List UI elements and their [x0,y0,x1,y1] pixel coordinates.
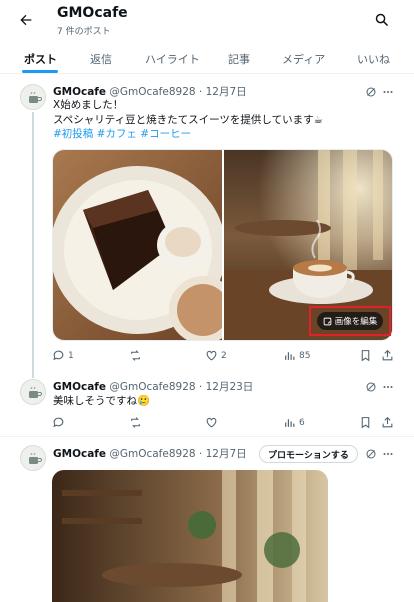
grok-icon [366,87,376,97]
post-count: 7 件のポスト [57,27,111,37]
author-name[interactable]: GMOcafe [53,381,106,393]
more-icon [383,453,393,455]
author-name[interactable]: GMOcafe [53,86,106,98]
post-text-line-2: スペシャリティ豆と焼きたてスイーツを提供しています☕ [53,114,324,126]
cafe-logo-icon [21,85,45,109]
profile-tabs: ポスト 返信 ハイライト 記事 メディア いいね [0,44,414,74]
views-icon [285,352,295,360]
more-icon [383,91,393,93]
reply-icon [53,350,64,361]
author-name[interactable]: GMOcafe [53,448,106,460]
cafe-logo-icon [21,446,45,470]
views-icon [285,419,295,427]
avatar[interactable] [20,379,46,405]
post-hashtags[interactable]: #初投稿 #カフェ #コーヒー [53,127,191,142]
reply-icon [53,417,64,428]
edit-image-label: 画像を編集 [334,317,378,327]
like-button[interactable] [205,416,218,429]
edit-image-highlight: 画像を編集 [309,306,391,336]
share-button[interactable] [381,416,394,429]
share-icon [382,416,393,428]
like-button[interactable]: 2 [205,349,227,362]
post-date[interactable]: · 12月7日 [199,86,247,98]
heart-icon [206,417,217,428]
tab-replies[interactable]: 返信 [90,51,112,67]
bookmark-icon [361,350,370,362]
post-author-line: GMOcafe @GmOcafe8928 · 12月7日 [53,84,247,99]
active-tab-indicator [22,70,58,73]
author-handle: @GmOcafe8928 [109,381,196,393]
reply-button[interactable]: 1 [52,349,74,362]
post-author-line: GMOcafe @GmOcafe8928 · 12月7日 [53,446,247,461]
repost-button[interactable] [129,349,145,362]
cafe-interior-photo[interactable] [52,470,328,602]
grok-button[interactable] [364,380,378,394]
share-button[interactable] [381,349,394,362]
more-icon [383,386,393,388]
heart-icon [206,350,217,361]
reply-button[interactable] [52,416,65,429]
post-date[interactable]: · 12月7日 [199,448,247,460]
post-divider [0,436,414,437]
author-handle: @GmOcafe8928 [109,448,196,460]
cafe-logo-icon [21,380,45,404]
repost-icon [131,417,140,428]
more-options-button[interactable] [381,380,395,394]
tab-articles[interactable]: 記事 [228,51,250,67]
grok-button[interactable] [364,85,378,99]
share-icon [382,349,393,361]
thread-line [32,112,34,378]
search-button[interactable] [370,8,392,30]
profile-header: GMOcafe 7 件のポスト [0,0,414,42]
tab-likes[interactable]: いいね [357,51,390,67]
page-title: GMOcafe [57,5,128,21]
repost-icon [131,350,140,361]
tab-highlights[interactable]: ハイライト [145,51,200,67]
views-button[interactable]: 6 [283,416,305,429]
arrow-left-icon [20,14,32,26]
view-count: 6 [299,417,305,428]
tab-media[interactable]: メディア [282,51,325,67]
search-icon [375,13,388,26]
author-handle: @GmOcafe8928 [109,86,196,98]
post-date[interactable]: · 12月23日 [199,381,253,393]
back-button[interactable] [14,8,38,32]
repost-button[interactable] [129,416,142,429]
reply-count: 1 [68,350,74,361]
bookmark-icon [361,417,370,429]
avatar[interactable] [20,84,46,110]
like-count: 2 [221,350,227,361]
grok-icon [366,382,376,392]
post-author-line: GMOcafe @GmOcafe8928 · 12月23日 [53,379,253,394]
bookmark-button[interactable] [359,349,372,362]
avatar[interactable] [20,445,46,471]
post-text-line-1: 美味しそうですね🥲 [53,395,151,407]
view-count: 85 [299,350,311,361]
grok-button[interactable] [364,447,378,461]
more-options-button[interactable] [381,447,395,461]
tab-posts[interactable]: ポスト [24,51,57,67]
image-edit-icon [323,317,332,325]
post-text-line-1: X始めました！ [53,99,124,111]
grok-icon [366,449,376,459]
promote-button[interactable]: プロモーションする [259,445,358,463]
edit-image-button[interactable]: 画像を編集 [316,312,384,330]
bookmark-button[interactable] [359,416,372,429]
more-options-button[interactable] [381,85,395,99]
post-image[interactable] [52,470,328,602]
views-button[interactable]: 85 [283,349,310,362]
